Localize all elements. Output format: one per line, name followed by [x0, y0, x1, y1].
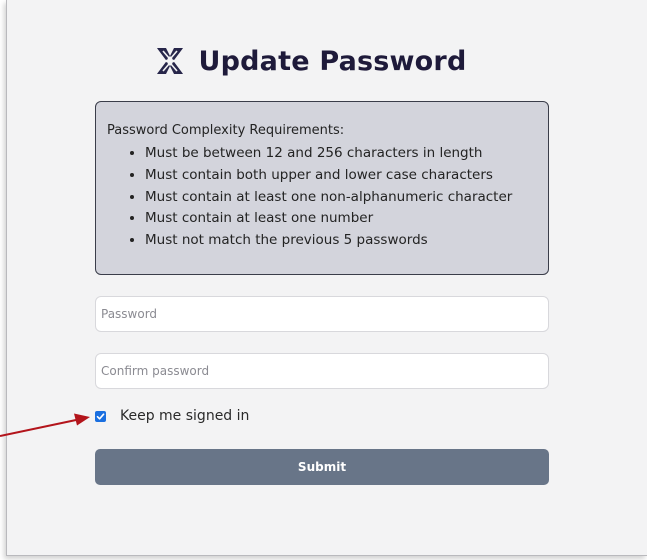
requirements-heading: Password Complexity Requirements: [107, 123, 345, 138]
password-requirements-box: Password Complexity Requirements: Must b… [95, 101, 549, 275]
keep-signed-in-label[interactable]: Keep me signed in [120, 408, 249, 424]
keep-signed-in-checkbox[interactable] [95, 410, 106, 422]
page-title: Update Password [198, 45, 467, 77]
requirement-item: Must contain at least one non-alphanumer… [145, 187, 548, 209]
update-password-panel: Update Password Password Complexity Requ… [6, 0, 647, 556]
requirement-item: Must be between 12 and 256 characters in… [145, 143, 548, 165]
submit-button[interactable]: Submit [95, 449, 549, 485]
requirement-item: Must contain both upper and lower case c… [145, 165, 548, 187]
requirement-item: Must not match the previous 5 passwords [145, 230, 548, 252]
checkmark-icon [96, 412, 105, 420]
x-cross-logo-icon [156, 48, 183, 74]
password-input[interactable] [95, 296, 549, 332]
keep-signed-in-row: Keep me signed in [95, 408, 249, 424]
confirm-password-input[interactable] [95, 353, 549, 389]
requirement-item: Must contain at least one number [145, 208, 548, 230]
title-row: Update Password [7, 44, 647, 78]
requirements-list: Must be between 12 and 256 characters in… [107, 143, 548, 252]
